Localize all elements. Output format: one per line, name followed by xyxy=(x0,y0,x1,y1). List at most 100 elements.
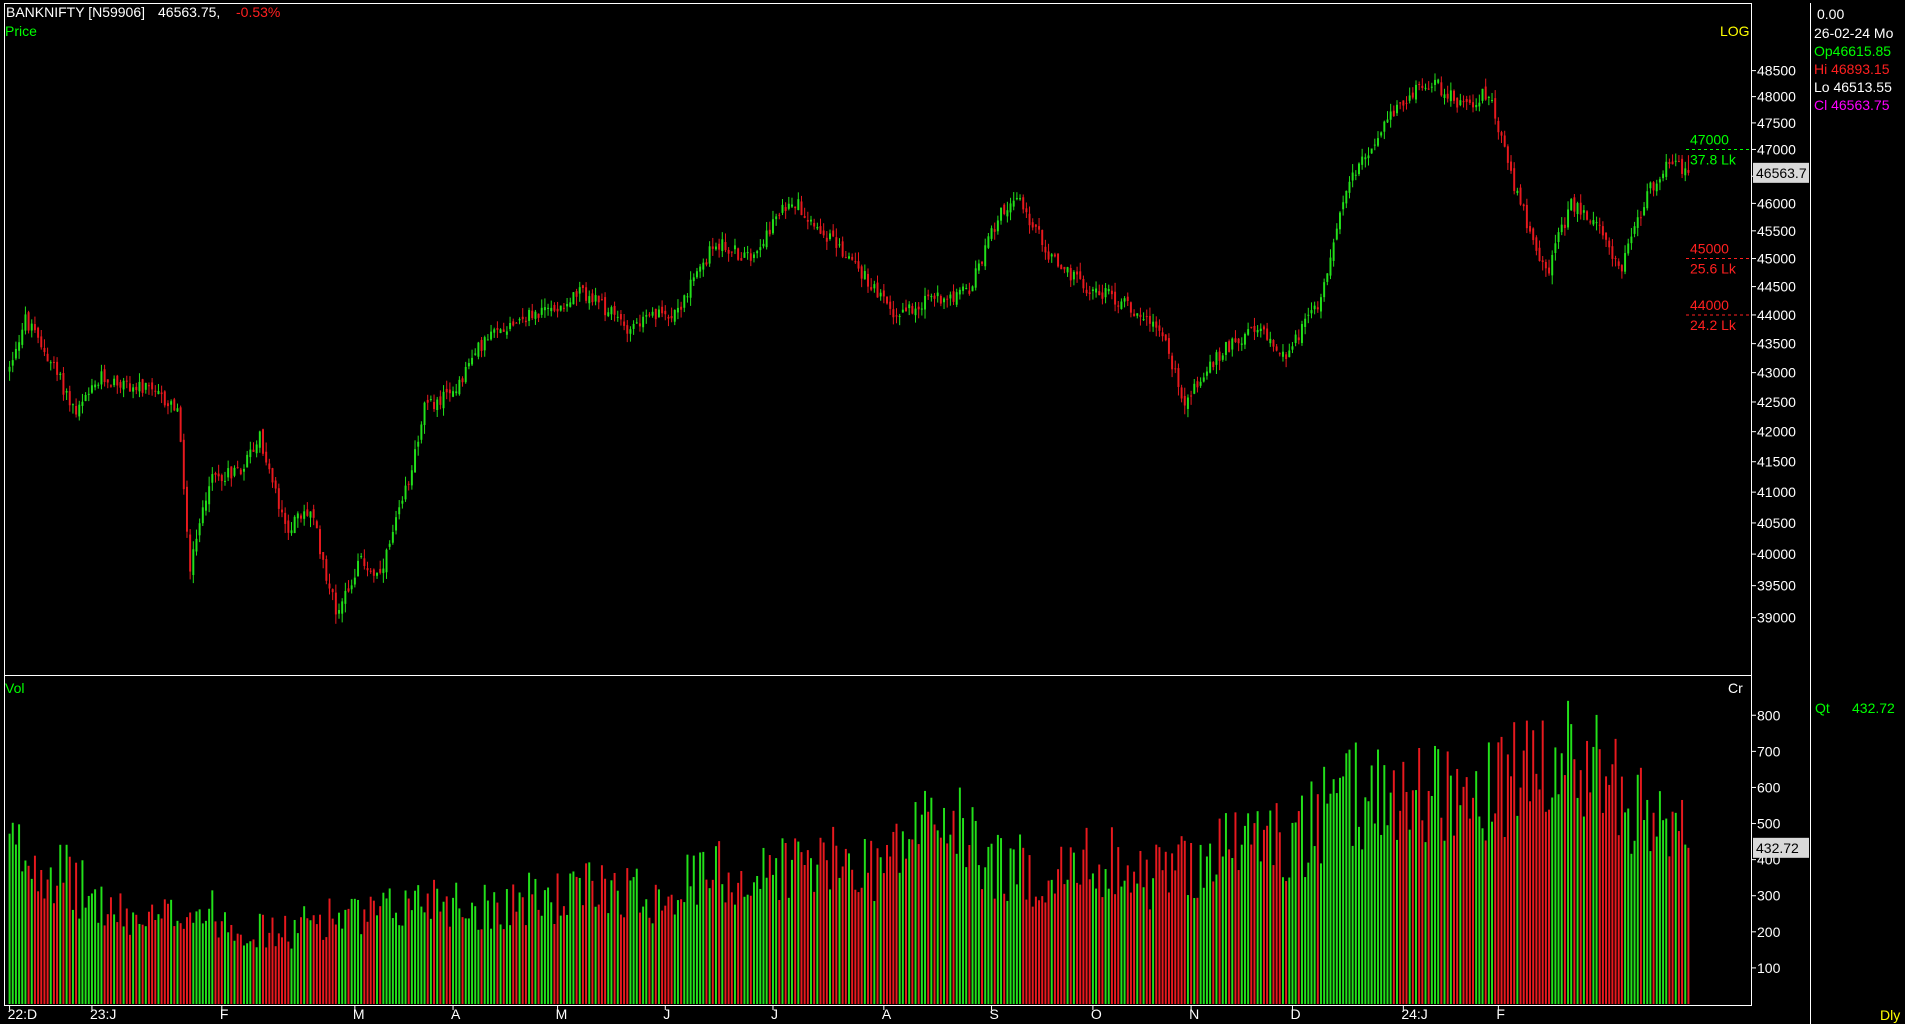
volume-bar xyxy=(151,904,154,1004)
candle-body xyxy=(1323,282,1326,298)
volume-bar xyxy=(319,914,321,1004)
volume-bar xyxy=(664,905,667,1004)
candle-body xyxy=(1358,163,1360,175)
candle-body xyxy=(401,500,404,504)
candle-body xyxy=(372,569,375,576)
level-price-label: 47000 xyxy=(1690,131,1729,147)
candle-body xyxy=(52,361,55,363)
volume-bar xyxy=(382,892,385,1004)
candle-body xyxy=(300,515,302,519)
candle-body xyxy=(198,523,201,536)
volume-bar xyxy=(591,880,594,1004)
volume-bar xyxy=(1456,768,1459,1004)
candle-body xyxy=(743,252,746,258)
volume-bar xyxy=(1215,874,1218,1004)
volume-bar xyxy=(296,933,299,1004)
volume-bar xyxy=(369,896,372,1004)
volume-bar xyxy=(737,882,740,1004)
candle-body xyxy=(699,266,702,272)
volume-bar xyxy=(721,884,724,1004)
volume-bar xyxy=(274,946,277,1004)
volume-bar xyxy=(955,853,958,1004)
volume-bar xyxy=(455,882,458,1004)
volume-bar xyxy=(52,903,55,1004)
volume-bar xyxy=(30,878,33,1004)
volume-bar xyxy=(505,889,508,1004)
volume-bar xyxy=(835,845,838,1004)
volume-bar xyxy=(844,848,847,1004)
candle-body xyxy=(854,261,857,263)
volume-bar xyxy=(1348,749,1351,1004)
volume-bar xyxy=(211,890,214,1004)
volume-bar xyxy=(68,856,71,1004)
candle-body xyxy=(252,449,255,452)
volume-bar xyxy=(984,867,987,1004)
candle-body xyxy=(797,199,800,210)
change-label: -0.53% xyxy=(236,4,280,20)
volume-marker: 432.72 xyxy=(1753,837,1809,858)
volume-bar xyxy=(1522,750,1525,1004)
volume-bar xyxy=(410,910,413,1004)
candle-body xyxy=(1424,87,1427,89)
candle-body xyxy=(502,329,505,332)
candle-body xyxy=(151,382,154,390)
volume-bar xyxy=(692,855,695,1004)
candle-body xyxy=(71,404,74,406)
candle-body xyxy=(1291,346,1294,350)
candle-body xyxy=(597,295,600,303)
candle-body xyxy=(138,381,141,392)
volume-bar xyxy=(461,917,464,1004)
candle-body xyxy=(730,251,733,253)
candle-body xyxy=(1205,371,1208,376)
volume-bar xyxy=(1399,810,1402,1004)
volume-bar xyxy=(1272,865,1275,1004)
volume-bar xyxy=(1503,837,1506,1004)
volume-bar xyxy=(195,911,198,1004)
candle-body xyxy=(106,379,109,383)
candle-body xyxy=(1329,257,1332,276)
candle-body xyxy=(56,361,59,375)
candle-body xyxy=(898,315,901,317)
candle-body xyxy=(1684,168,1687,176)
volume-bar xyxy=(40,869,43,1004)
volume-bar xyxy=(502,929,505,1004)
candle-body xyxy=(886,296,888,304)
volume-bar xyxy=(350,898,353,1004)
candle-body xyxy=(543,307,546,311)
volume-bar xyxy=(1354,742,1357,1004)
candle-body xyxy=(600,299,603,301)
volume-bar xyxy=(1190,842,1193,1004)
volume-bar xyxy=(962,818,965,1004)
candle-body xyxy=(794,206,797,209)
volume-bar xyxy=(1332,779,1335,1004)
volume-bar xyxy=(75,862,78,1004)
volume-bar xyxy=(65,844,68,1004)
volume-bar xyxy=(1446,751,1449,1004)
volume-bar xyxy=(1031,906,1034,1004)
volume-bar xyxy=(227,932,230,1004)
volume-bar xyxy=(1076,882,1079,1004)
candle-body xyxy=(1500,132,1503,136)
candle-body xyxy=(1674,160,1677,162)
volume-bar xyxy=(1095,888,1098,1004)
candle-body xyxy=(1589,221,1592,223)
volume-bar xyxy=(385,898,388,1004)
candle-body xyxy=(1513,168,1516,192)
volume-bar xyxy=(1383,765,1386,1004)
volume-bar xyxy=(122,926,125,1004)
volume-bar xyxy=(1658,791,1661,1004)
volume-tick-label: 100 xyxy=(1757,960,1781,976)
volume-bar xyxy=(429,918,432,1004)
candle-body xyxy=(1677,161,1680,163)
candle-body xyxy=(1573,197,1576,212)
candle-body xyxy=(813,222,816,227)
candle-body xyxy=(806,219,809,222)
candle-body xyxy=(1129,302,1132,313)
candle-body xyxy=(879,292,882,297)
candle-body xyxy=(334,592,337,615)
volume-bar xyxy=(141,924,144,1004)
volume-bar xyxy=(794,838,797,1004)
log-scale-label: LOG xyxy=(1720,23,1750,39)
volume-bar xyxy=(708,888,711,1004)
volume-bar xyxy=(1538,789,1541,1004)
